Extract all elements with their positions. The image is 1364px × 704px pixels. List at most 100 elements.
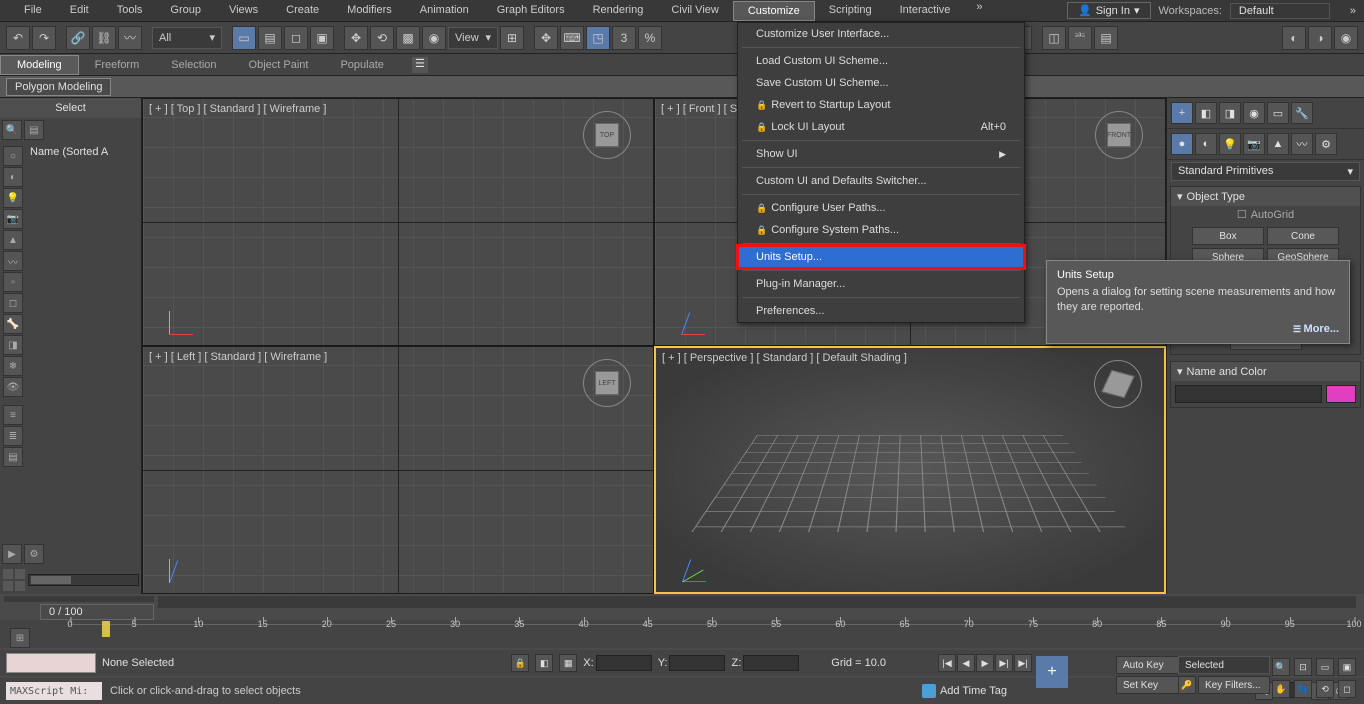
ribbon-tab-selection[interactable]: Selection <box>155 56 232 74</box>
menu-graph-editors[interactable]: Graph Editors <box>483 1 579 21</box>
keyboard-shortcut-button[interactable]: ⌨ <box>560 26 584 50</box>
select-by-name-button[interactable]: ▤ <box>258 26 282 50</box>
customize-ui-item[interactable]: Customize User Interface... <box>738 23 1024 45</box>
menu-overflow-icon-2[interactable]: » <box>1350 5 1356 17</box>
lock-ui-item[interactable]: 🔒Lock UI LayoutAlt+0 <box>738 116 1024 138</box>
menu-overflow-icon[interactable]: » <box>976 1 982 21</box>
play-button[interactable]: ▶ <box>976 654 994 672</box>
color-swatch[interactable] <box>1326 385 1356 403</box>
render-button-3[interactable]: ◉ <box>1334 26 1358 50</box>
undo-button[interactable]: ↶ <box>6 26 30 50</box>
filter-hidden-icon[interactable]: 👁 <box>3 377 23 397</box>
filter-lights-icon[interactable]: 💡 <box>3 188 23 208</box>
show-ui-item[interactable]: Show UI▶ <box>738 143 1024 165</box>
unlink-button[interactable]: ⛓ <box>92 26 116 50</box>
scene-expand-icon[interactable]: ▶ <box>2 544 22 564</box>
plugin-manager-item[interactable]: Plug-in Manager... <box>738 273 1024 295</box>
goto-start-button[interactable]: |◀ <box>938 654 956 672</box>
tooltip-more-link[interactable]: More... <box>1057 323 1339 335</box>
geometry-icon[interactable]: ● <box>1171 133 1193 155</box>
move-button[interactable]: ✥ <box>344 26 368 50</box>
prev-frame-button[interactable]: ◀ <box>957 654 975 672</box>
sign-in-button[interactable]: 👤 Sign In ▾ <box>1067 2 1150 19</box>
utilities-tab-icon[interactable]: 🔧 <box>1291 102 1313 124</box>
extra-button-1[interactable]: ◫ <box>1042 26 1066 50</box>
extra-button-3[interactable]: ▤ <box>1094 26 1118 50</box>
menu-interactive[interactable]: Interactive <box>886 1 965 21</box>
hierarchy-tab-icon[interactable]: ◨ <box>1219 102 1241 124</box>
scene-search-icon[interactable]: 🔍 <box>2 120 22 140</box>
goto-end-button[interactable]: ▶| <box>1014 654 1032 672</box>
shapes-icon[interactable]: ◐ <box>1195 133 1217 155</box>
transform-type-icon[interactable]: ▦ <box>559 654 577 672</box>
viewcube-left[interactable]: LEFT <box>583 359 631 407</box>
z-input[interactable] <box>743 655 799 671</box>
menu-modifiers[interactable]: Modifiers <box>333 1 406 21</box>
snap-toggle-button[interactable]: ◳ <box>586 26 610 50</box>
pivot-center-button[interactable]: ⊞ <box>500 26 524 50</box>
menu-civil-view[interactable]: Civil View <box>657 1 732 21</box>
maximize-viewport-button[interactable]: ◻ <box>1338 680 1356 698</box>
system-paths-item[interactable]: 🔒Configure System Paths... <box>738 219 1024 241</box>
user-paths-item[interactable]: 🔒Configure User Paths... <box>738 197 1024 219</box>
scene-filter-icon[interactable]: ▤ <box>24 120 44 140</box>
filter-bone-icon[interactable]: 🦴 <box>3 314 23 334</box>
extra-button-2[interactable]: ⎃ <box>1068 26 1092 50</box>
menu-views[interactable]: Views <box>215 1 272 21</box>
set-key-big-button[interactable]: + <box>1036 656 1068 688</box>
key-filters-button[interactable]: Key Filters... <box>1198 676 1270 694</box>
filter-cameras-icon[interactable]: 📷 <box>3 209 23 229</box>
menu-tools[interactable]: Tools <box>103 1 157 21</box>
zoom-extents-button[interactable]: ▭ <box>1316 658 1334 676</box>
placement-button[interactable]: ◉ <box>422 26 446 50</box>
save-scheme-item[interactable]: Save Custom UI Scheme... <box>738 72 1024 94</box>
ribbon-help-icon[interactable]: ☰ <box>412 57 428 73</box>
playhead[interactable] <box>102 621 110 637</box>
rotate-button[interactable]: ⟲ <box>370 26 394 50</box>
add-time-tag-button[interactable]: Add Time Tag <box>922 684 1007 698</box>
frame-display[interactable]: 0 / 100 <box>40 604 154 620</box>
lights-icon[interactable]: 💡 <box>1219 133 1241 155</box>
menu-create[interactable]: Create <box>272 1 333 21</box>
viewcube-perspective[interactable] <box>1094 360 1142 408</box>
rect-region-button[interactable]: ◻ <box>284 26 308 50</box>
spacewarps-icon[interactable]: 〰 <box>1291 133 1313 155</box>
zoom-all-button[interactable]: ⊡ <box>1294 658 1312 676</box>
timeline-ruler[interactable]: 0510152025303540455055606570758085909510… <box>70 624 1354 648</box>
filter-frozen-icon[interactable]: ❄ <box>3 356 23 376</box>
menu-rendering[interactable]: Rendering <box>579 1 658 21</box>
window-crossing-button[interactable]: ▣ <box>310 26 334 50</box>
viewport-top-label[interactable]: [ + ] [ Top ] [ Standard ] [ Wireframe ] <box>149 103 326 115</box>
systems-icon[interactable]: ⚙ <box>1315 133 1337 155</box>
menu-customize[interactable]: Customize <box>733 1 815 21</box>
lock-selection-icon[interactable]: 🔒 <box>511 654 529 672</box>
scale-button[interactable]: ▩ <box>396 26 420 50</box>
orbit-button[interactable]: ⟲ <box>1316 680 1334 698</box>
zoom-button[interactable]: 🔍 <box>1272 658 1290 676</box>
menu-group[interactable]: Group <box>156 1 215 21</box>
viewport-perspective[interactable]: [ + ] [ Perspective ] [ Standard ] [ Def… <box>654 346 1166 594</box>
x-input[interactable] <box>596 655 652 671</box>
manipulate-button[interactable]: ✥ <box>534 26 558 50</box>
selection-filter-dropdown[interactable]: All▾ <box>152 27 222 49</box>
walk-button[interactable]: 👣 <box>1294 680 1312 698</box>
isolate-icon[interactable]: ◧ <box>535 654 553 672</box>
filter-helpers-icon[interactable]: ▲ <box>3 230 23 250</box>
filter-sep-2[interactable]: ≣ <box>3 426 23 446</box>
polygon-modeling-button[interactable]: Polygon Modeling <box>6 78 111 96</box>
viewport-front-label[interactable]: [ + ] [ Front ] [ St <box>661 103 740 115</box>
frame-slider[interactable] <box>158 596 1356 608</box>
scene-tree[interactable]: Name (Sorted A <box>26 142 141 542</box>
link-button[interactable]: 🔗 <box>66 26 90 50</box>
filter-sep-1[interactable]: ≡ <box>3 405 23 425</box>
filter-shapes-icon[interactable]: ◐ <box>3 167 23 187</box>
key-mode-icon[interactable]: 🔑 <box>1178 676 1196 694</box>
display-tab-icon[interactable]: ▭ <box>1267 102 1289 124</box>
zoom-region-button[interactable]: ▣ <box>1338 658 1356 676</box>
redo-button[interactable]: ↷ <box>32 26 56 50</box>
object-type-header[interactable]: ▾Object Type <box>1171 187 1360 206</box>
select-object-button[interactable]: ▭ <box>232 26 256 50</box>
viewport-left[interactable]: [ + ] [ Left ] [ Standard ] [ Wireframe … <box>142 346 654 594</box>
ribbon-tab-modeling[interactable]: Modeling <box>0 55 79 75</box>
render-button-2[interactable]: ◑ <box>1308 26 1332 50</box>
